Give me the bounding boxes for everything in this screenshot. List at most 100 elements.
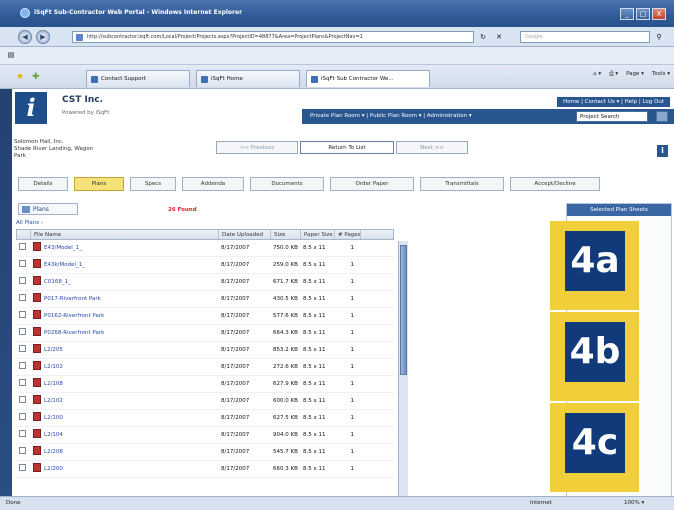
table-row[interactable]: L2/200 8/17/2007 660.3 KB 8.5 x 11 1 — [16, 461, 394, 478]
info-icon[interactable]: i — [657, 145, 668, 157]
home-icon[interactable]: ⌂ ▾ — [593, 71, 601, 78]
file-name-link[interactable]: L2/104 — [44, 432, 63, 438]
size-cell: 577.6 KB — [273, 313, 298, 319]
row-checkbox[interactable] — [19, 243, 26, 250]
file-name-link[interactable]: L2/200 — [44, 466, 63, 472]
tab-isqft-home[interactable]: iSqFt Home — [196, 70, 300, 87]
row-checkbox[interactable] — [19, 362, 26, 369]
row-checkbox[interactable] — [19, 294, 26, 301]
tab-accept-decline[interactable]: Accept/Decline — [510, 177, 600, 191]
table-row[interactable]: E43/Model_1_ 8/17/2007 750.0 KB 8.5 x 11 1 — [16, 240, 394, 257]
table-row[interactable]: C0168_1_ 8/17/2007 671.7 KB 8.5 x 11 1 — [16, 274, 394, 291]
row-checkbox[interactable] — [19, 277, 26, 284]
maximize-button[interactable]: □ — [636, 8, 650, 20]
file-name-link[interactable]: P0162-Riverfront Park — [44, 313, 104, 319]
table-scrollbar[interactable] — [398, 241, 408, 510]
table-row[interactable]: E43k/Model_1_ 8/17/2007 259.0 KB 8.5 x 11 1 — [16, 257, 394, 274]
next-button[interactable]: Next >> — [396, 141, 468, 154]
file-name-link[interactable]: E43/Model_1_ — [44, 245, 82, 251]
top-links[interactable]: Home | Contact Us ▾ | Help | Log Out — [557, 97, 670, 107]
paper-size-cell: 8.5 x 11 — [303, 347, 326, 353]
file-name-link[interactable]: E43k/Model_1_ — [44, 262, 85, 268]
header-pages[interactable]: # Pages — [335, 230, 361, 239]
table-row[interactable]: P017-Riverfront Park 8/17/2007 430.5 KB 8.5… — [16, 291, 394, 308]
table-row[interactable]: L2/205 8/17/2007 853.2 KB 8.5 x 11 1 — [16, 342, 394, 359]
header-paper-size[interactable]: Paper Size — [301, 230, 335, 239]
return-to-list-button[interactable]: Return To List — [300, 141, 394, 154]
pdf-file-icon — [33, 361, 41, 370]
row-checkbox[interactable] — [19, 328, 26, 335]
header-file-name[interactable]: File Name — [31, 230, 219, 239]
tab-addenda[interactable]: Addenda — [182, 177, 244, 191]
search-input[interactable]: Google — [520, 31, 650, 43]
refresh-icon[interactable]: ↻ — [478, 32, 488, 42]
pages-cell: 1 — [350, 245, 355, 251]
row-checkbox[interactable] — [19, 447, 26, 454]
tools-menu[interactable]: Tools ▾ — [652, 71, 670, 78]
file-name-link[interactable]: C0168_1_ — [44, 279, 71, 285]
minimize-button[interactable]: _ — [620, 8, 634, 20]
feed-icon[interactable]: ▤ — [6, 50, 16, 60]
tab-specs[interactable]: Specs — [130, 177, 176, 191]
header-size[interactable]: Size — [271, 230, 301, 239]
row-checkbox[interactable] — [19, 345, 26, 352]
search-icon[interactable]: ⚲ — [654, 32, 664, 42]
size-cell: 259.0 KB — [273, 262, 298, 268]
file-name-link[interactable]: L2/102 — [44, 364, 63, 370]
forward-button[interactable]: ▶ — [36, 30, 50, 44]
stop-icon[interactable]: ✕ — [494, 32, 504, 42]
address-input[interactable]: http://subcontractor.isqft.com/Local/Pro… — [72, 31, 474, 43]
row-checkbox[interactable] — [19, 430, 26, 437]
tab-order-paper[interactable]: Order Paper — [330, 177, 414, 191]
row-checkbox[interactable] — [19, 260, 26, 267]
page-menu[interactable]: Page ▾ — [626, 71, 644, 78]
file-name-link[interactable]: L2/108 — [44, 381, 63, 387]
project-search-input[interactable]: Project Search — [576, 111, 648, 122]
all-plans-link[interactable]: All Plans › — [16, 220, 43, 226]
table-row[interactable]: L2/108 8/17/2007 627.9 KB 8.5 x 11 1 — [16, 376, 394, 393]
add-favorite-icon[interactable]: ✚ — [32, 72, 40, 82]
row-checkbox[interactable] — [19, 311, 26, 318]
row-checkbox[interactable] — [19, 396, 26, 403]
file-name-link[interactable]: L2/100 — [44, 415, 63, 421]
header-check[interactable] — [17, 230, 31, 239]
tab-contact-support[interactable]: Contact Support — [86, 70, 190, 87]
plans-folder[interactable]: Plans — [18, 203, 78, 215]
paper-size-cell: 8.5 x 11 — [303, 313, 326, 319]
print-icon[interactable]: ⎙ ▾ — [609, 71, 618, 78]
table-row[interactable]: L2/100 8/17/2007 627.5 KB 8.5 x 11 1 — [16, 410, 394, 427]
tab-details[interactable]: Details — [18, 177, 68, 191]
file-name-link[interactable]: L2/205 — [44, 347, 63, 353]
table-row[interactable]: P0162-Riverfront Park 8/17/2007 577.6 KB 8.… — [16, 308, 394, 325]
file-name-link[interactable]: L2/208 — [44, 449, 63, 455]
table-row[interactable]: L2/102 8/17/2007 600.0 KB 8.5 x 11 1 — [16, 393, 394, 410]
back-button[interactable]: ◀ — [18, 30, 32, 44]
row-check-cell — [16, 291, 30, 307]
favorites-star-icon[interactable]: ★ — [16, 72, 24, 82]
file-name-link[interactable]: P0268-Riverfront Park — [44, 330, 104, 336]
close-button[interactable]: X — [652, 8, 666, 20]
tab-transmittals[interactable]: Transmittals — [420, 177, 504, 191]
zoom-control[interactable]: 100% ▾ — [624, 497, 644, 510]
row-checkbox[interactable] — [19, 413, 26, 420]
row-checkbox[interactable] — [19, 464, 26, 471]
header-date[interactable]: Date Uploaded — [219, 230, 271, 239]
site-header: i CST Inc. Powered by iSqFt Home | Conta… — [12, 89, 674, 125]
isqft-logo-icon[interactable]: i — [15, 92, 47, 124]
tab-documents[interactable]: Documents — [250, 177, 324, 191]
table-row[interactable]: P0268-Riverfront Park 8/17/2007 664.3 KB 8.… — [16, 325, 394, 342]
table-row[interactable]: L2/102 8/17/2007 272.6 KB 8.5 x 11 1 — [16, 359, 394, 376]
previous-button[interactable]: << Previous — [216, 141, 298, 154]
tab-plans[interactable]: Plans — [74, 177, 124, 191]
file-name-link[interactable]: P017-Riverfront Park — [44, 296, 101, 302]
panel-header: Selected Plan Sheets — [567, 204, 671, 216]
table-row[interactable]: L2/208 8/17/2007 545.7 KB 8.5 x 11 1 — [16, 444, 394, 461]
table-row[interactable]: L2/104 8/17/2007 904.0 KB 8.5 x 11 1 — [16, 427, 394, 444]
row-checkbox[interactable] — [19, 379, 26, 386]
file-name-cell: L2/104 — [30, 427, 218, 443]
tab-isqft-portal[interactable]: iSqFt Sub Contractor We... — [306, 70, 430, 87]
scrollbar-thumb[interactable] — [400, 245, 407, 375]
file-name-link[interactable]: L2/102 — [44, 398, 63, 404]
size-cell: 627.5 KB — [273, 415, 298, 421]
search-go-button[interactable] — [656, 111, 668, 122]
